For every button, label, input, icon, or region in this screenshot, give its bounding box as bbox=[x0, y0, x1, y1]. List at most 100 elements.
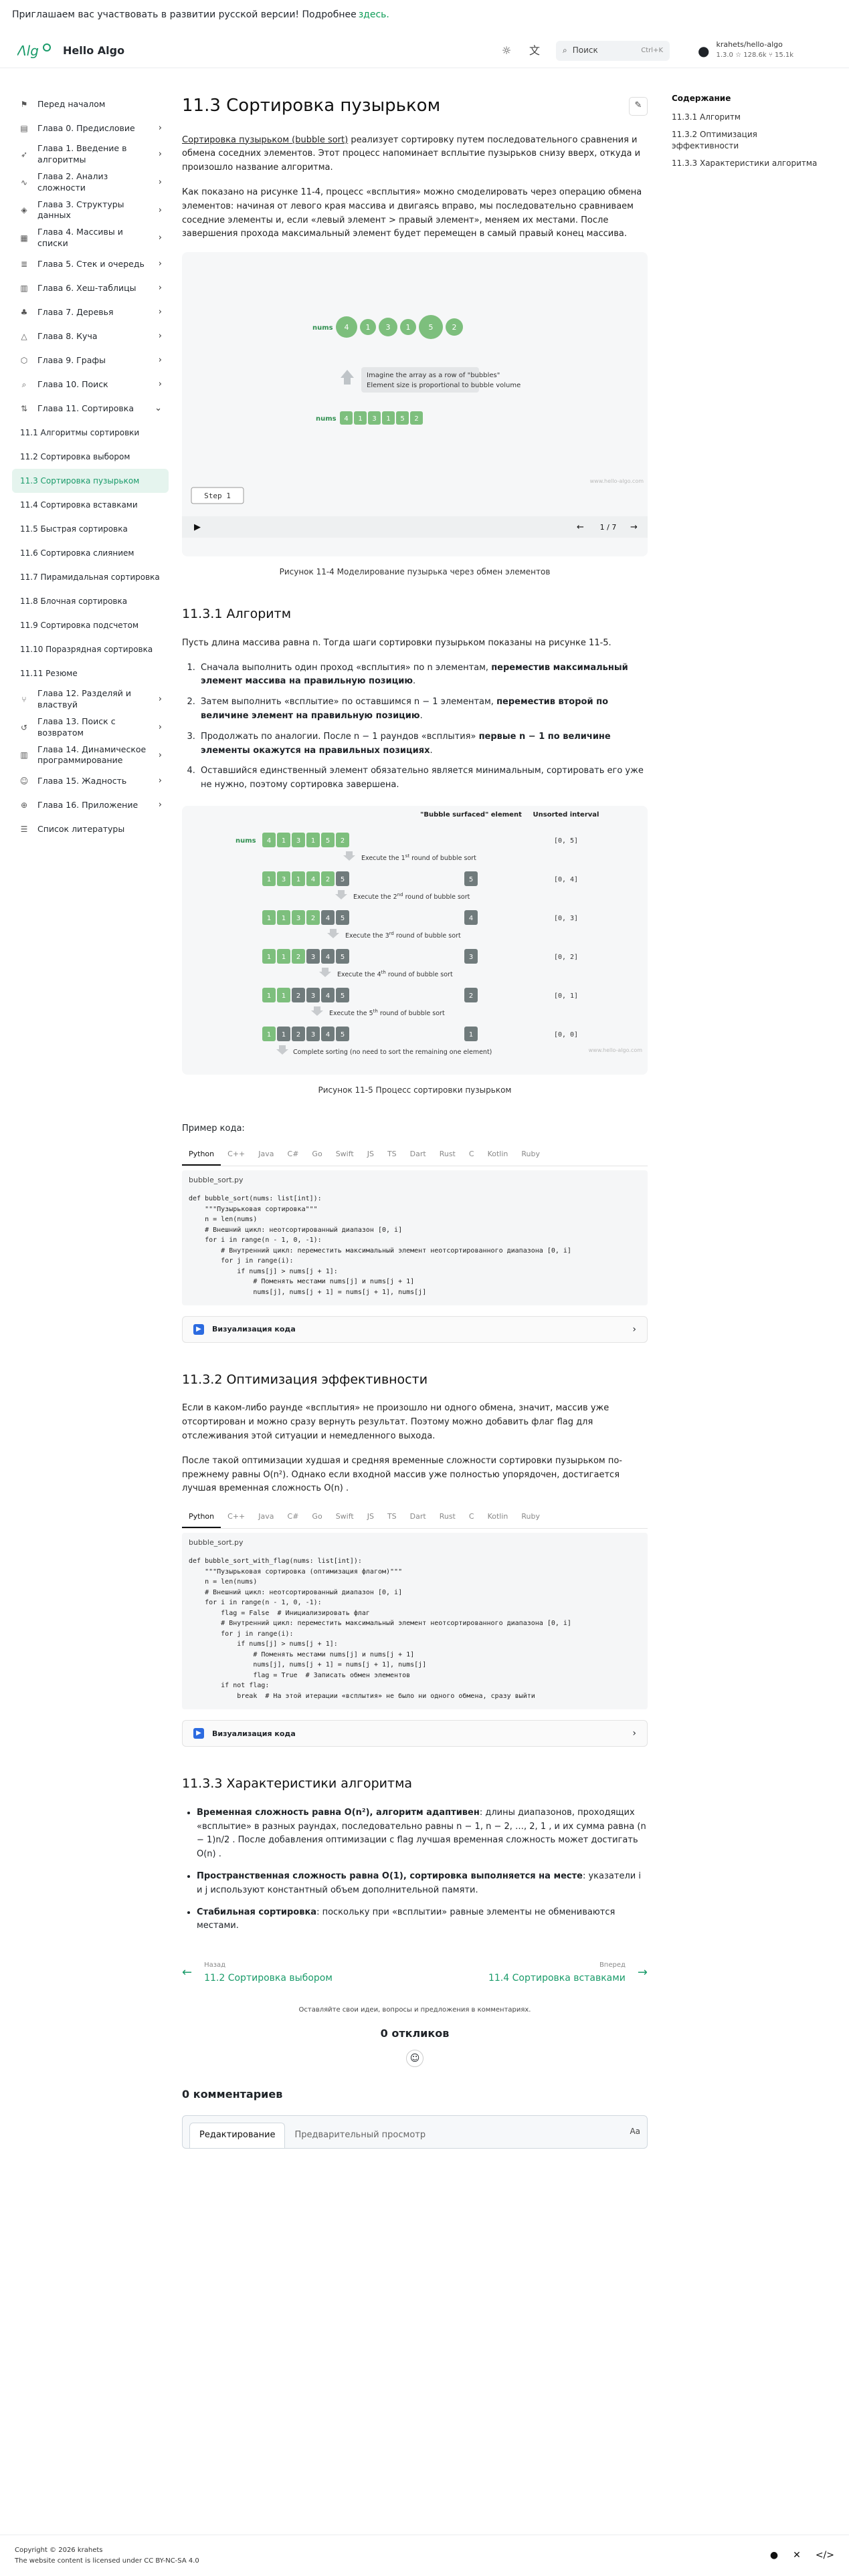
step-end: . bbox=[412, 676, 416, 687]
sidebar-item-label: Глава 2. Анализ сложности bbox=[37, 171, 108, 193]
sidebar-item[interactable]: ▥ Глава 14. Динамическое программирование… bbox=[12, 742, 169, 770]
code-icon[interactable]: </> bbox=[816, 2548, 834, 2563]
sidebar-subitem[interactable]: 11.11 Резюме bbox=[12, 661, 169, 685]
sidebar-item[interactable]: ☰ Список литературы bbox=[12, 817, 169, 841]
sidebar-item[interactable]: ◈ Глава 3. Структуры данных › bbox=[12, 197, 169, 225]
sidebar-subitem[interactable]: 11.1 Алгоритмы сортировки bbox=[12, 421, 169, 445]
sidebar-subitem[interactable]: 11.2 Сортировка выбором bbox=[12, 445, 169, 469]
sidebar-item[interactable]: ⑂ Глава 12. Разделяй и властвуй › bbox=[12, 685, 169, 714]
tab-write[interactable]: Редактирование bbox=[189, 2123, 286, 2148]
sidebar-item[interactable]: ▤ Глава 0. Предисловие › bbox=[12, 116, 169, 140]
sidebar-item[interactable]: ⌕ Глава 10. Поиск › bbox=[12, 372, 169, 397]
svg-text:1: 1 bbox=[282, 837, 286, 845]
sidebar-item[interactable]: ➶ Глава 1. Введение в алгоритмы › bbox=[12, 140, 169, 169]
visualize-code-button[interactable]: ▶ Визуализация кода › bbox=[182, 1316, 648, 1344]
tab-lang[interactable]: C++ bbox=[221, 1144, 252, 1166]
edit-page-icon[interactable]: ✎ bbox=[629, 96, 648, 116]
tab-lang[interactable]: Kotlin bbox=[481, 1507, 515, 1528]
site-logo[interactable]: Λlg Hello Algo bbox=[17, 41, 191, 61]
svg-text:1: 1 bbox=[296, 876, 300, 883]
sidebar-item[interactable]: ∿ Глава 2. Анализ сложности › bbox=[12, 169, 169, 197]
tab-lang[interactable]: Rust bbox=[433, 1144, 462, 1166]
sidebar-subitem[interactable]: 11.7 Пирамидальная сортировка bbox=[12, 565, 169, 589]
graph-icon: ⬡ bbox=[20, 355, 28, 365]
step-text: Сначала выполнить один проход «всплытия»… bbox=[201, 662, 492, 673]
tab-lang[interactable]: Rust bbox=[433, 1507, 462, 1528]
tab-lang[interactable]: C bbox=[462, 1507, 481, 1528]
repo-link[interactable]: ● krahets/hello-algo 1.3.0 ☆ 128.6k ⑂ 15… bbox=[698, 40, 832, 62]
tab-lang[interactable]: C bbox=[462, 1144, 481, 1166]
sidebar-subitem[interactable]: 11.6 Сортировка слиянием bbox=[12, 541, 169, 565]
sidebar-item[interactable]: ♣ Глава 7. Деревья › bbox=[12, 300, 169, 324]
tab-lang[interactable]: Go bbox=[305, 1144, 328, 1166]
tab-lang[interactable]: Ruby bbox=[514, 1144, 547, 1166]
github-icon: ● bbox=[698, 42, 710, 59]
term-link[interactable]: Сортировка пузырьком (bubble sort) bbox=[182, 135, 348, 145]
tab-lang[interactable]: Python bbox=[182, 1144, 221, 1166]
tab-lang[interactable]: Java bbox=[252, 1144, 280, 1166]
array-cell: 1 bbox=[262, 987, 276, 1002]
algorithm-step: Оставшийся единственный элемент обязател… bbox=[198, 764, 648, 792]
toc-item[interactable]: 11.3.3 Характеристики алгоритма bbox=[672, 158, 826, 169]
github-icon[interactable]: ● bbox=[770, 2548, 778, 2563]
sidebar-subitem[interactable]: 11.8 Блочная сортировка bbox=[12, 589, 169, 613]
chevron-icon: › bbox=[158, 123, 162, 134]
sidebar-subitem[interactable]: 11.10 Поразрядная сортировка bbox=[12, 637, 169, 661]
sidebar-item[interactable]: ⊕ Глава 16. Приложение › bbox=[12, 793, 169, 817]
tab-lang[interactable]: Dart bbox=[403, 1507, 433, 1528]
sidebar-subitem[interactable]: 11.3 Сортировка пузырьком bbox=[12, 469, 169, 493]
tab-preview[interactable]: Предварительный просмотр bbox=[285, 2123, 435, 2148]
language-icon[interactable]: 文 bbox=[525, 41, 544, 60]
tab-lang[interactable]: Kotlin bbox=[481, 1144, 515, 1166]
sidebar-item[interactable]: △ Глава 8. Куча › bbox=[12, 324, 169, 348]
algorithm-step: Продолжать по аналогии. После n − 1 раун… bbox=[198, 730, 648, 758]
sidebar-item[interactable]: ⚑ Перед началом bbox=[12, 92, 169, 116]
arrow-down-icon bbox=[343, 851, 355, 861]
tab-lang[interactable]: Java bbox=[252, 1507, 280, 1528]
tab-lang[interactable]: Go bbox=[305, 1507, 328, 1528]
sidebar-item[interactable]: ↺ Глава 13. Поиск с возвратом › bbox=[12, 714, 169, 742]
bubble: 1 bbox=[360, 319, 376, 336]
sidebar-item[interactable]: ⇅ Глава 11. Сортировка ⌄ bbox=[12, 397, 169, 421]
array-cell: 4 bbox=[321, 987, 335, 1002]
tab-lang[interactable]: JS bbox=[361, 1144, 381, 1166]
page-title-text: 11.3 Сортировка пузырьком bbox=[182, 96, 441, 116]
array-cell: 5 bbox=[336, 909, 349, 925]
array-cell: 2 bbox=[292, 948, 305, 964]
x-icon[interactable]: ✕ bbox=[793, 2548, 801, 2563]
search-input[interactable]: ⌕ Поиск Ctrl+K bbox=[556, 40, 670, 61]
sidebar-item[interactable]: ⬡ Глава 9. Графы › bbox=[12, 348, 169, 372]
tab-lang[interactable]: Swift bbox=[329, 1144, 361, 1166]
banner-link[interactable]: здесь. bbox=[359, 7, 389, 22]
sidebar-subitem[interactable]: 11.4 Сортировка вставками bbox=[12, 493, 169, 517]
sidebar-item[interactable]: ☺ Глава 15. Жадность › bbox=[12, 769, 169, 793]
optimization-paragraph-2: После такой оптимизации худшая и средняя… bbox=[182, 1455, 622, 1494]
chevron-icon: › bbox=[158, 307, 162, 318]
prev-page-link[interactable]: ← Назад 11.2 Сортировка выбором bbox=[182, 1960, 333, 1985]
tab-lang[interactable]: Python bbox=[182, 1507, 221, 1528]
toc-item[interactable]: 11.3.2 Оптимизация эффективности bbox=[672, 129, 826, 150]
tab-lang[interactable]: Swift bbox=[329, 1507, 361, 1528]
visualize-code-button-2[interactable]: ▶ Визуализация кода › bbox=[182, 1720, 648, 1747]
round-label: Execute the 5th round of bubble sort bbox=[329, 1008, 445, 1017]
tab-lang[interactable]: C++ bbox=[221, 1507, 252, 1528]
theme-toggle-icon[interactable]: ☼ bbox=[497, 41, 516, 60]
sidebar-subitem[interactable]: 11.9 Сортировка подсчетом bbox=[12, 613, 169, 637]
tab-lang[interactable]: C# bbox=[281, 1507, 306, 1528]
tab-lang[interactable]: Ruby bbox=[514, 1507, 547, 1528]
tab-lang[interactable]: JS bbox=[361, 1507, 381, 1528]
svg-text:1: 1 bbox=[267, 992, 271, 1000]
sidebar-item[interactable]: ▥ Глава 6. Хеш-таблицы › bbox=[12, 276, 169, 300]
sidebar-subitem[interactable]: 11.5 Быстрая сортировка bbox=[12, 517, 169, 541]
toc-item[interactable]: 11.3.1 Алгоритм bbox=[672, 112, 826, 122]
format-icon[interactable]: Aa bbox=[630, 2125, 640, 2138]
tab-lang[interactable]: TS bbox=[381, 1144, 403, 1166]
next-page-link[interactable]: Вперед 11.4 Сортировка вставками → bbox=[488, 1960, 648, 1985]
tab-lang[interactable]: C# bbox=[281, 1144, 306, 1166]
sidebar-item[interactable]: ≣ Глава 5. Стек и очередь › bbox=[12, 252, 169, 276]
add-reaction-icon[interactable]: ☺ bbox=[406, 2050, 423, 2068]
svg-text:5: 5 bbox=[341, 876, 345, 883]
sidebar-item[interactable]: ▦ Глава 4. Массивы и списки › bbox=[12, 224, 169, 252]
tab-lang[interactable]: TS bbox=[381, 1507, 403, 1528]
tab-lang[interactable]: Dart bbox=[403, 1144, 433, 1166]
